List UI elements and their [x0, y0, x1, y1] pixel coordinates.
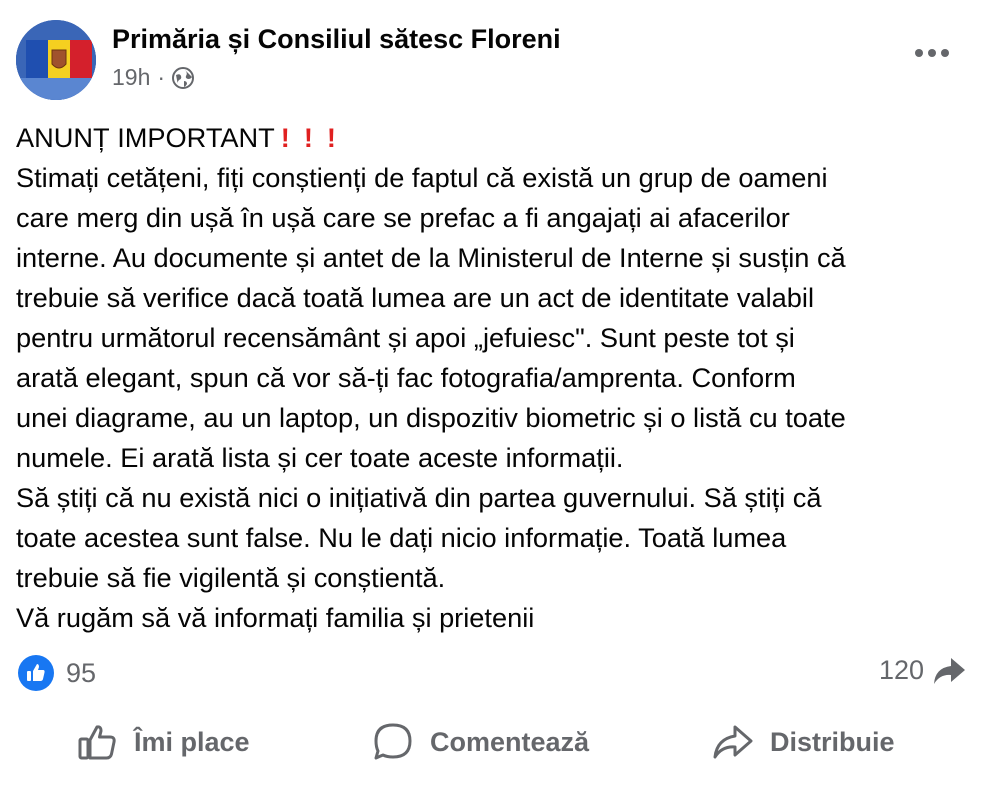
- comment-icon: [374, 723, 412, 760]
- comment-button[interactable]: Comentează: [372, 712, 589, 772]
- post-body: ANUNȚ IMPORTANT!!! Stimați cetățeni, fiț…: [16, 118, 976, 638]
- thumbs-up-icon: [27, 664, 45, 681]
- more-dot: [928, 49, 936, 57]
- share-button[interactable]: Distribuie: [712, 712, 895, 772]
- more-options-icon[interactable]: [912, 38, 952, 68]
- more-dot: [941, 49, 949, 57]
- post-time[interactable]: 19h: [112, 64, 150, 91]
- post-heading: ANUNȚ IMPORTANT!!!: [16, 118, 976, 158]
- post-line: unei diagrame, au un laptop, un dispozit…: [16, 402, 846, 433]
- page-name[interactable]: Primăria și Consiliul sătesc Floreni: [112, 24, 561, 55]
- like-label: Îmi place: [134, 726, 250, 757]
- post-line: Vă rugăm să vă informați familia și prie…: [16, 602, 535, 633]
- post-line: arată elegant, spun că vor să-ți fac fot…: [16, 362, 796, 393]
- post-line: Să știți că nu există nici o inițiativă …: [16, 482, 822, 513]
- post-line: interne. Au documente și antet de la Min…: [16, 242, 846, 273]
- post-line: trebuie să fie vigilentă și conștientă.: [16, 562, 446, 593]
- share-label: Distribuie: [770, 726, 895, 757]
- globe-icon[interactable]: [172, 66, 195, 89]
- reactions-summary[interactable]: 95: [18, 655, 96, 691]
- share-arrow-icon: [934, 657, 965, 684]
- post-line: care merg din ușă în ușă care se prefac …: [16, 202, 790, 233]
- post-line: toate acestea sunt false. Nu le dați nic…: [16, 522, 787, 553]
- like-button[interactable]: Îmi place: [78, 712, 250, 772]
- like-reaction-icon: [18, 655, 54, 691]
- moldova-flag-avatar: [16, 20, 96, 100]
- share-count: 120: [878, 655, 924, 685]
- post-line: pentru următorul recensământ și apoi „je…: [16, 322, 795, 353]
- post-line: Stimați cetățeni, fiți conștienți de fap…: [16, 162, 828, 193]
- post-line: numele. Ei arată lista și cer toate aces…: [16, 442, 624, 473]
- page-avatar[interactable]: [16, 20, 96, 100]
- shares-summary[interactable]: 120: [879, 655, 966, 686]
- meta-separator: ·: [157, 64, 166, 90]
- exclamation-marks: !!!: [280, 122, 350, 153]
- action-bar: Îmi place Comentează Distribuie: [0, 712, 986, 772]
- like-icon: [78, 725, 116, 760]
- share-icon: [713, 725, 753, 759]
- more-dot: [915, 49, 923, 57]
- post-line: trebuie să verifice dacă toată lumea are…: [16, 282, 814, 313]
- like-count: 95: [66, 657, 97, 688]
- post-meta: 19h ·: [112, 64, 195, 91]
- heading-text: ANUNȚ IMPORTANT: [16, 122, 275, 153]
- comment-label: Comentează: [430, 726, 590, 757]
